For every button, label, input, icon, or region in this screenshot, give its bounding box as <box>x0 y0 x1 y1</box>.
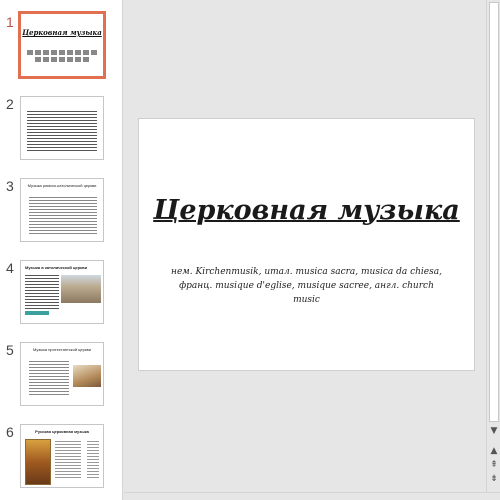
thumbnail-row-3[interactable]: 3 Музыка римско-католической церкви <box>0 178 122 256</box>
slide-thumbnail-3[interactable]: Музыка римско-католической церкви <box>20 178 104 242</box>
thumbnail-3-text-block <box>29 197 97 235</box>
icon-image <box>25 439 51 485</box>
slide-number-5: 5 <box>6 342 14 358</box>
cathedral-image <box>61 275 101 303</box>
slide-thumbnail-4[interactable]: Музыка в католической церкви <box>20 260 104 324</box>
current-slide[interactable]: Церковная музыка нем. Kirchenmusik, итал… <box>138 118 475 371</box>
slide-number-2: 2 <box>6 96 14 112</box>
thumbnail-3-heading: Музыка римско-католической церкви <box>27 183 97 188</box>
slide-number-6: 6 <box>6 424 14 440</box>
thumbnail-4-text-block <box>25 275 59 309</box>
slide-editing-area: Церковная музыка нем. Kirchenmusik, итал… <box>124 0 486 492</box>
slide-thumbnail-pane: 1 Церковная музыка 2 3 Музыка римско-кат… <box>0 0 123 500</box>
slide-subtitle[interactable]: нем. Kirchenmusik, итал. musica sacra, m… <box>169 265 444 307</box>
scroll-down-arrow-icon[interactable]: ▼ <box>487 424 500 438</box>
slide-thumbnail-1[interactable]: Церковная музыка <box>18 11 106 79</box>
slide-thumbnail-2[interactable] <box>20 96 104 160</box>
thumbnail-4-link-bar <box>25 311 49 315</box>
thumbnail-row-2[interactable]: 2 <box>0 96 122 174</box>
slide-number-3: 3 <box>6 178 14 194</box>
slide-thumbnail-5[interactable]: Музыка протестантской церкви <box>20 342 104 406</box>
thumbnail-6-heading: Русская церковная музыка <box>35 429 89 434</box>
thumbnail-1-title: Церковная музыка <box>22 28 102 37</box>
slide-number-4: 4 <box>6 260 14 276</box>
scrollbar-thumb[interactable] <box>489 2 499 422</box>
horizontal-scroll-track <box>124 492 500 500</box>
thumbnail-6-text-block <box>87 441 99 479</box>
thumbnail-2-text-block <box>27 111 97 151</box>
thumbnail-row-5[interactable]: 5 Музыка протестантской церкви <box>0 342 122 420</box>
thumbnail-row-4[interactable]: 4 Музыка в католической церкви <box>0 260 122 338</box>
book-image <box>73 365 101 387</box>
thumbnail-6-text-block <box>55 441 81 479</box>
thumbnail-row-6[interactable]: 6 Русская церковная музыка <box>0 424 122 500</box>
slide-thumbnail-6[interactable]: Русская церковная музыка <box>20 424 104 488</box>
previous-slide-icon[interactable]: ⇞ <box>487 458 500 472</box>
thumbnail-5-heading: Музыка протестантской церкви <box>33 347 91 352</box>
thumbnail-5-text-block <box>29 361 69 395</box>
thumbnail-4-heading: Музыка в католической церкви <box>25 265 88 270</box>
thumbnail-1-subtitle-line <box>27 50 97 55</box>
next-slide-icon[interactable]: ⇟ <box>487 472 500 486</box>
vertical-scrollbar[interactable]: ▼ ▲ ⇞ ⇟ <box>486 0 500 492</box>
scroll-up-arrow-icon[interactable]: ▲ <box>487 444 500 458</box>
slide-title[interactable]: Церковная музыка <box>139 191 474 231</box>
thumbnail-1-subtitle-line <box>35 57 89 62</box>
thumbnail-row-1[interactable]: 1 Церковная музыка <box>0 11 122 92</box>
slide-number-1: 1 <box>6 14 14 30</box>
